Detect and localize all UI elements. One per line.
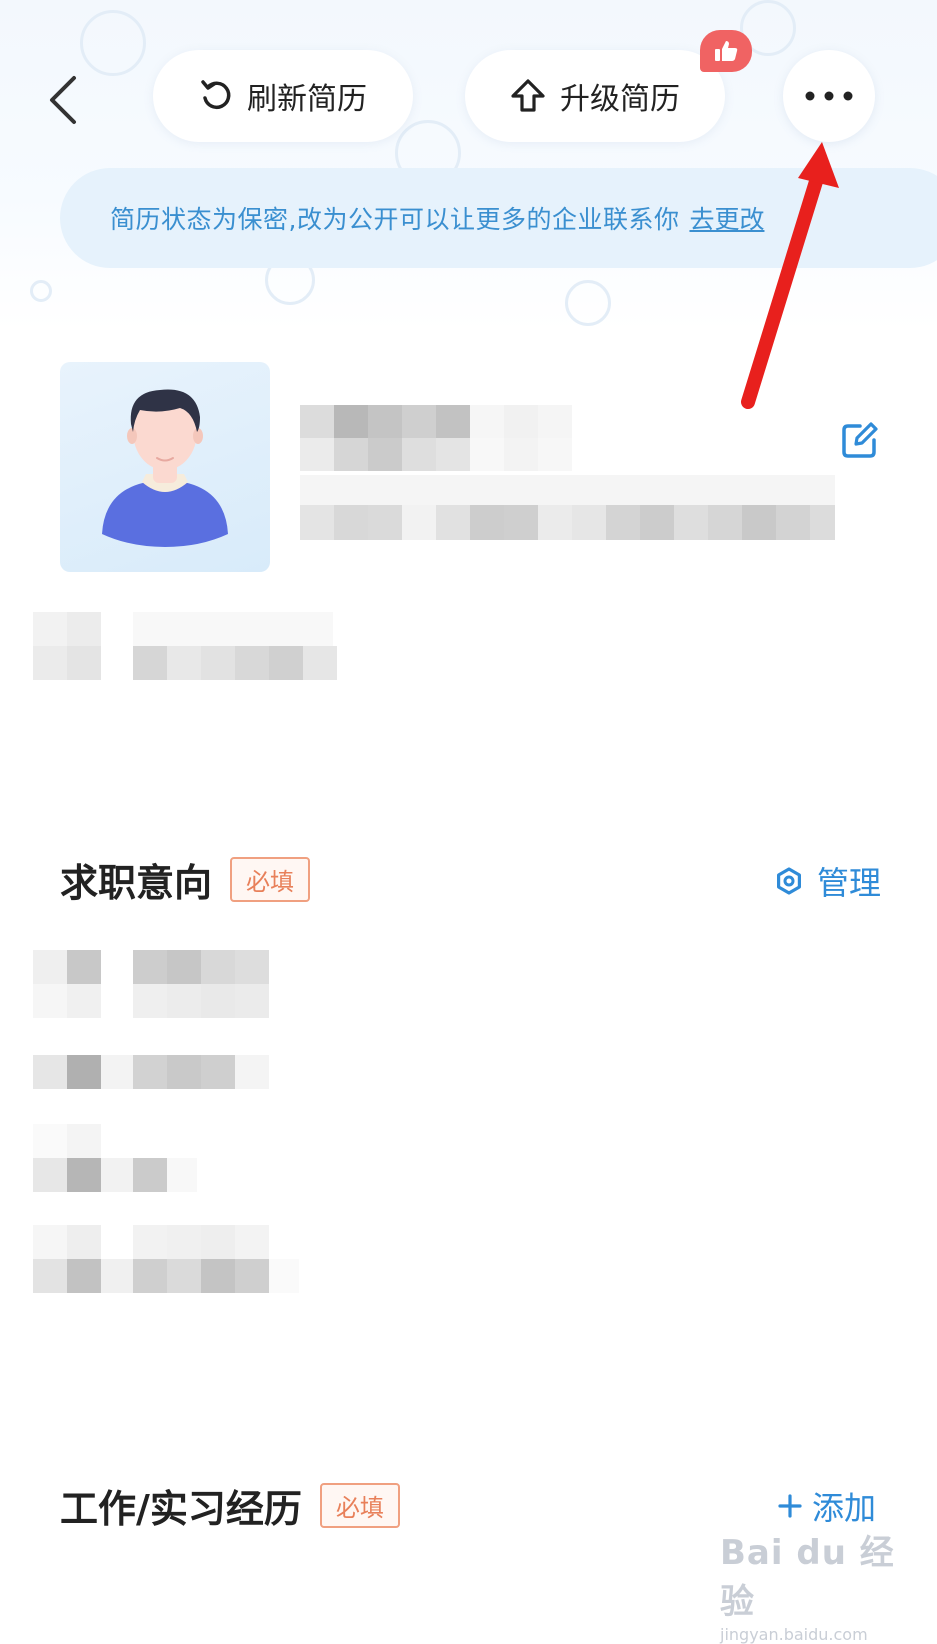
- add-label: 添加: [812, 1489, 877, 1527]
- change-privacy-link[interactable]: 去更改: [689, 200, 764, 236]
- upgrade-resume-label: 升级简历: [560, 82, 680, 117]
- manage-intention-button[interactable]: 管理: [775, 858, 881, 904]
- required-badge: 必填: [319, 1483, 400, 1528]
- more-dots-icon: [805, 91, 853, 101]
- refresh-icon: [201, 80, 231, 110]
- blurred-intention-item: [33, 1124, 233, 1194]
- blurred-intention-item: [33, 1055, 273, 1091]
- decorative-circle: [30, 280, 52, 302]
- thumbs-up-badge: [700, 30, 752, 72]
- manage-label: 管理: [817, 864, 882, 902]
- watermark-logo-text: Bai du 经验: [720, 1533, 895, 1622]
- plus-icon: [778, 1494, 802, 1518]
- job-intention-section-title: 求职意向 必填: [60, 852, 311, 907]
- work-experience-title: 工作/实习经历: [60, 1487, 302, 1531]
- back-button[interactable]: [40, 70, 90, 130]
- upgrade-resume-button[interactable]: 升级简历: [465, 50, 725, 142]
- blurred-name-info: [300, 405, 835, 545]
- avatar[interactable]: [60, 362, 270, 572]
- blurred-contact-info: [33, 612, 343, 682]
- thumbs-up-icon: [715, 41, 738, 61]
- decorative-circle: [80, 10, 146, 76]
- person-avatar-icon: [102, 389, 228, 547]
- refresh-resume-label: 刷新简历: [247, 82, 367, 117]
- blurred-intention-item: [33, 950, 273, 1020]
- privacy-notice-banner: 简历状态为保密,改为公开可以让更多的企业联系你 去更改: [60, 168, 937, 268]
- work-experience-section-title: 工作/实习经历 必填: [60, 1478, 400, 1533]
- more-options-button[interactable]: [783, 50, 875, 142]
- blurred-intention-item: [33, 1225, 303, 1295]
- gear-icon: [776, 867, 801, 895]
- edit-profile-button[interactable]: [840, 420, 880, 460]
- baidu-jingyan-watermark: Bai du 经验 jingyan.baidu.com: [720, 1525, 900, 1644]
- edit-icon: [842, 422, 878, 458]
- upload-arrow-icon: [511, 79, 545, 112]
- refresh-resume-button[interactable]: 刷新简历: [153, 50, 413, 142]
- add-experience-button[interactable]: 添加: [778, 1483, 876, 1529]
- chevron-left-icon: [50, 76, 76, 124]
- watermark-url: jingyan.baidu.com: [720, 1625, 868, 1644]
- job-intention-title: 求职意向: [60, 861, 213, 905]
- required-badge: 必填: [230, 857, 311, 902]
- decorative-circle: [565, 280, 611, 326]
- privacy-notice-text: 简历状态为保密,改为公开可以让更多的企业联系你: [110, 205, 680, 234]
